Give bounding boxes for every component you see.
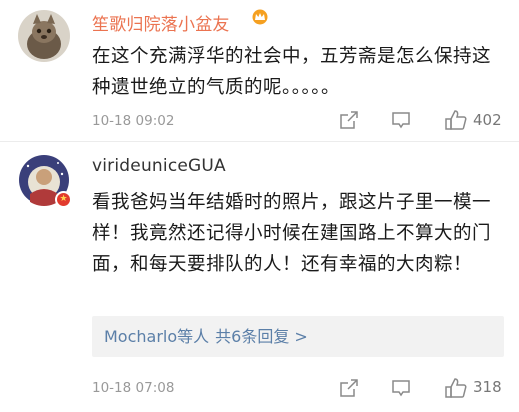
comment-item: ★ virideuniceGUA 看我爸妈当年结婚时的照片，跟这片子里一模一样！… [0, 146, 519, 412]
comment-text: 在这个充满浮华的社会中，五芳斋是怎么保持这种遗世绝立的气质的呢。。。。。 [92, 46, 492, 98]
like-count: 318 [473, 378, 502, 396]
avatar[interactable] [18, 10, 70, 62]
timestamp: 10-18 07:08 [92, 380, 175, 396]
comment-icon[interactable] [389, 376, 413, 400]
reply-count-link[interactable]: 共6条回复 > [215, 327, 308, 346]
replies-preview[interactable]: Mocharlo等人 共6条回复 > [92, 316, 504, 357]
share-icon[interactable] [337, 376, 361, 400]
crown-icon [250, 9, 270, 25]
share-icon[interactable] [337, 108, 361, 132]
username[interactable]: virideuniceGUA [92, 156, 226, 176]
divider [0, 141, 519, 142]
comment-icon[interactable] [389, 108, 413, 132]
like-icon[interactable] [443, 375, 469, 401]
username[interactable]: 笙歌归院落小盆友 [92, 10, 230, 35]
reply-authors[interactable]: Mocharlo等人 [104, 327, 209, 346]
avatar-badge-icon: ★ [55, 191, 72, 208]
comment-item: 笙歌归院落小盆友 在这个充满浮华的社会中，五芳斋是怎么保持这种遗世绝立的气质的呢… [0, 0, 519, 142]
timestamp: 10-18 09:02 [92, 113, 175, 129]
like-icon[interactable] [443, 107, 469, 133]
comment-text: 看我爸妈当年结婚时的照片，跟这片子里一模一样！我竟然还记得小时候在建国路上不算大… [92, 192, 492, 275]
like-count: 402 [473, 111, 502, 129]
